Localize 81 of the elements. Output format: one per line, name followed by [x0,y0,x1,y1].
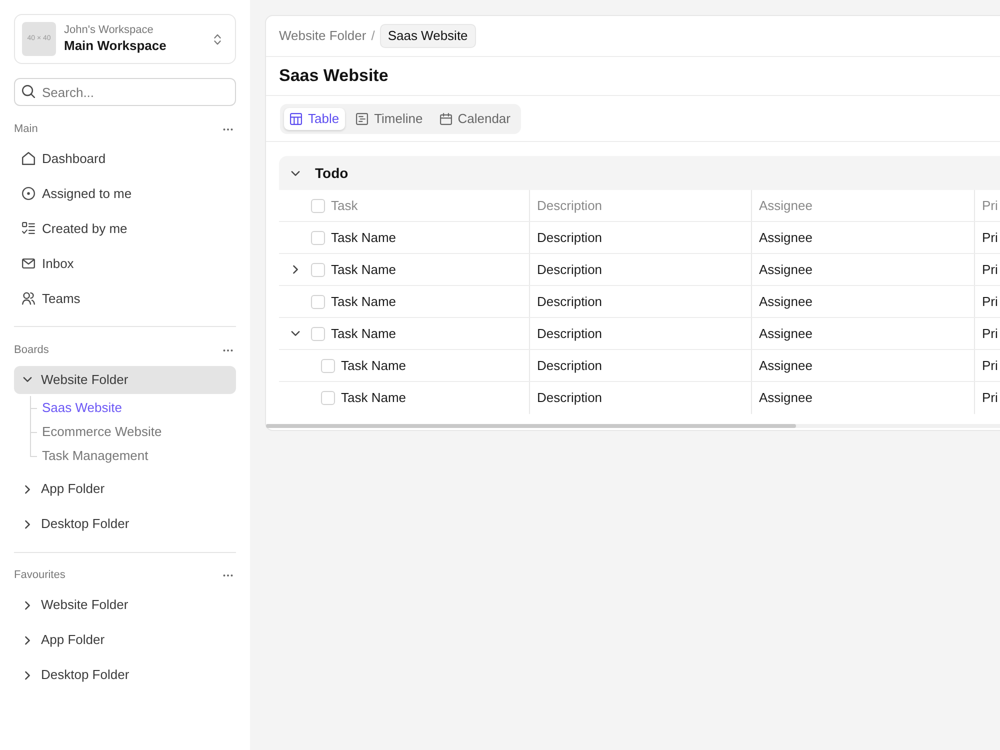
nav-item[interactable]: Inbox [14,250,236,278]
table-cell: Pri [974,318,1000,349]
table-cell: Assignee [751,254,974,285]
column-header: Description [529,190,751,221]
table-cell: Pri [974,286,1000,317]
table-icon [290,112,302,124]
target-icon [22,187,35,200]
folder-item[interactable]: Website Folder [14,591,236,619]
task-name: Task Name [331,324,396,343]
group-header[interactable]: Todo [279,156,1000,190]
table-cell: Assignee [751,318,974,349]
table-cell: Description [529,318,751,349]
board-link[interactable]: Task Management [42,446,148,466]
breadcrumb-separator: / [371,27,375,46]
more-icon[interactable] [223,128,233,130]
folder-item[interactable]: App Folder [14,626,236,654]
table-cell: Description [529,350,751,381]
nav-item[interactable]: Created by me [14,214,236,242]
task-name: Task Name [331,260,396,279]
section-label: Boards [14,342,49,358]
table-cell: Pri [974,222,1000,253]
mail-icon [22,257,35,270]
search-field[interactable]: Search... [14,78,236,106]
view-tab[interactable]: Calendar [434,108,516,130]
breadcrumb-current: Saas Website [380,24,476,48]
scrollbar-track[interactable] [266,424,1000,428]
view-tab[interactable]: Timeline [350,108,429,130]
timeline-icon [356,112,368,124]
search-icon [22,85,35,98]
row-checkbox[interactable] [311,262,325,276]
section-label: Favourites [14,568,66,584]
view-tab[interactable]: Table [284,108,346,130]
breadcrumb-link[interactable]: Website Folder [279,26,366,46]
calendar-icon [440,112,452,124]
users-icon [22,292,35,305]
home-icon [22,152,35,165]
page-title: Saas Website [279,66,388,86]
column-header: Task [331,196,358,215]
table-cell: Description [529,382,751,414]
row-checkbox[interactable] [311,294,325,308]
chevron-up-down-icon [214,34,221,44]
table-cell: Pri [974,254,1000,285]
board-link[interactable]: Saas Website [42,398,122,418]
task-name: Task Name [341,389,406,408]
table-cell: Description [529,254,751,285]
row-checkbox[interactable] [311,326,325,340]
section-label: Main [14,122,38,137]
task-name: Task Name [331,292,396,311]
table-cell: Assignee [751,350,974,381]
workspace-owner: John's Workspace [64,23,154,37]
table-cell: Description [529,222,751,253]
scrollbar-thumb[interactable] [266,424,796,428]
more-icon[interactable] [223,574,233,577]
nav-item[interactable]: Dashboard [14,144,236,172]
folder-item[interactable]: Website Folder [14,366,236,394]
row-checkbox[interactable] [321,358,335,372]
more-icon[interactable] [223,348,233,352]
workspace-name: Main Workspace [64,37,168,55]
table-cell: Assignee [751,286,974,317]
column-header: Pri [974,190,1000,221]
task-name: Task Name [341,356,406,375]
row-checkbox[interactable] [311,230,325,244]
board-link[interactable]: Ecommerce Website [42,422,162,442]
folder-item[interactable]: Desktop Folder [14,510,236,538]
folder-item[interactable]: App Folder [14,475,236,503]
task-name: Task Name [331,228,396,247]
table-cell: Description [529,286,751,317]
select-all-checkbox[interactable] [311,198,325,212]
folder-item[interactable]: Desktop Folder [14,661,236,689]
column-header: Assignee [751,190,974,221]
group-title: Todo [315,164,348,182]
nav-item[interactable]: Teams [14,284,236,312]
table-cell: Pri [974,382,1000,414]
table-cell: Pri [974,350,1000,381]
table-cell: Assignee [751,222,974,253]
row-checkbox[interactable] [321,391,335,405]
chevron-right-icon[interactable] [292,265,298,274]
checklist-icon [22,222,35,235]
nav-item[interactable]: Assigned to me [14,180,236,208]
table-cell: Assignee [751,382,974,414]
chevron-down-icon[interactable] [290,331,300,336]
